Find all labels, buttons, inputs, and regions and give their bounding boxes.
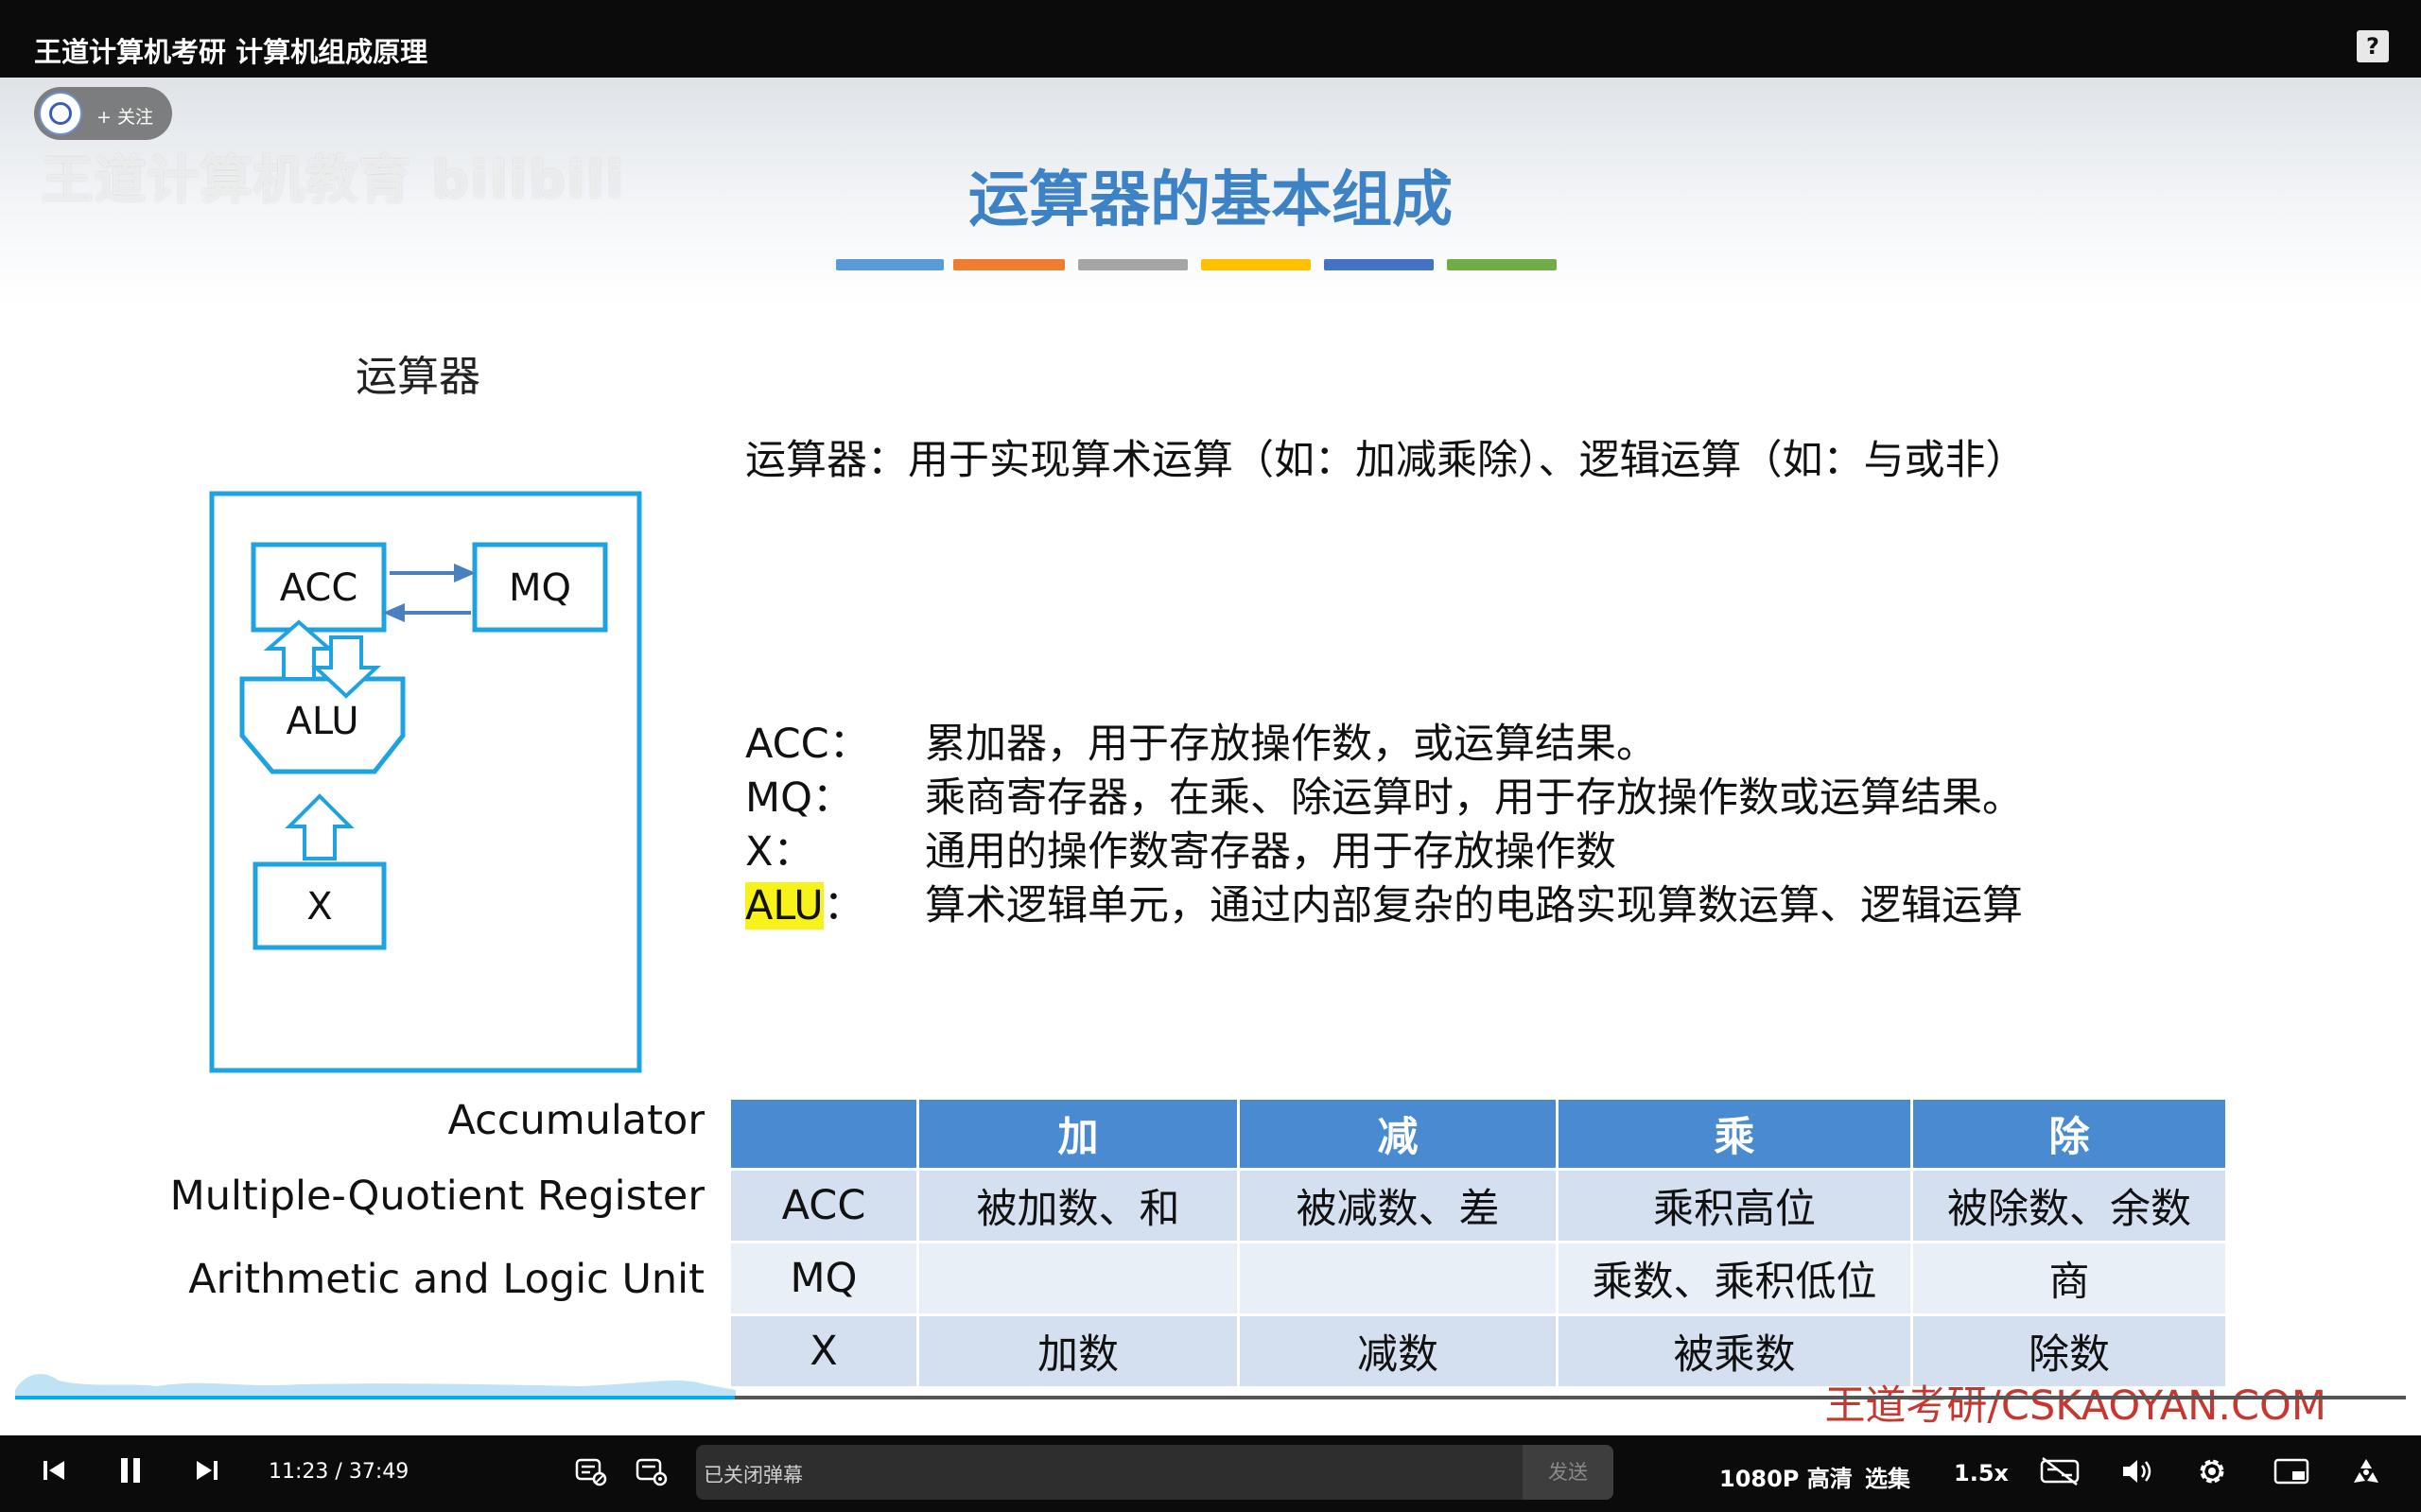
- follow-button[interactable]: + 关注: [34, 87, 172, 140]
- follow-label: + 关注: [96, 107, 153, 128]
- diagram-frame: [209, 491, 642, 1073]
- picture-in-picture-icon[interactable]: [2273, 1457, 2309, 1486]
- episodes-button[interactable]: 选集: [1865, 1460, 1910, 1493]
- table-header: 减: [1237, 1097, 1559, 1171]
- definition-text: 累加器，用于存放操作数，或运算结果。: [925, 721, 1657, 768]
- description: 运算器：用于实现算术运算（如：加减乘除）、逻辑运算（如：与或非）: [745, 437, 2027, 484]
- table-cell: 被加数、和: [916, 1168, 1240, 1243]
- table-row: ACC 被加数、和 被减数、差 乘积高位 被除数、余数: [728, 1168, 2228, 1243]
- pause-icon[interactable]: [117, 1456, 144, 1485]
- heatmap-waveform: [15, 1374, 736, 1396]
- current-time: 11:23: [269, 1460, 329, 1484]
- subtitle-off-icon[interactable]: [2039, 1456, 2081, 1486]
- send-button[interactable]: 发送: [1523, 1445, 1613, 1500]
- colorbar-segment: [1447, 259, 1557, 270]
- operand-table: 加 减 乘 除 ACC 被加数、和 被减数、差 乘积高位 被除数、余数 MQ 乘…: [728, 1097, 2228, 1389]
- slide-heading: 运算器的基本组成: [968, 165, 1453, 235]
- table-cell: 乘积高位: [1556, 1168, 1913, 1243]
- colorbar-segment: [953, 259, 1065, 270]
- video-frame[interactable]: 王道计算机教育 bilibili + 关注 运算器的基本组成 运算器 ACC M…: [0, 78, 2421, 1435]
- diagram-acc-label: ACC: [280, 566, 358, 610]
- danmaku-input[interactable]: 已关闭弹幕 发送: [696, 1445, 1613, 1500]
- definition-text: 乘商寄存器，在乘、除运算时，用于存放操作数或运算结果。: [925, 774, 2023, 822]
- next-icon[interactable]: [195, 1458, 219, 1483]
- progress-bar[interactable]: [15, 1364, 2406, 1401]
- definition-key: MQ：: [745, 774, 853, 822]
- progress-played: [15, 1396, 735, 1399]
- colorbar-segment: [836, 259, 944, 270]
- help-icon[interactable]: ?: [2357, 30, 2389, 62]
- highlighted-key: ALU: [745, 882, 824, 930]
- diagram-alu-label: ALU: [287, 700, 359, 743]
- danmaku-placeholder: 已关闭弹幕: [704, 1464, 803, 1486]
- table-cell: [1237, 1241, 1559, 1316]
- settings-gear-icon[interactable]: [2196, 1455, 2228, 1487]
- colorbar-segment: [1324, 259, 1434, 270]
- uploader-avatar[interactable]: [39, 92, 82, 135]
- definition-key: ACC：: [745, 721, 870, 768]
- table-cell: MQ: [728, 1241, 919, 1316]
- danmaku-toggle-icon[interactable]: [575, 1456, 607, 1486]
- table-row: MQ 乘数、乘积低位 商: [728, 1241, 2228, 1316]
- diagram-x-label: X: [306, 885, 332, 929]
- colorbar-segment: [1201, 259, 1311, 270]
- time-display: 11:23 / 37:49: [269, 1460, 409, 1484]
- table-header: 除: [1910, 1097, 2228, 1171]
- row-label-mq: Multiple-Quotient Register: [169, 1173, 705, 1220]
- table-header-row: 加 减 乘 除: [728, 1097, 2228, 1171]
- colorbar-segment: [1078, 259, 1188, 270]
- quality-button[interactable]: 1080P 高清: [1719, 1460, 1853, 1493]
- definition-alu: ALU： 算术逻辑单元，通过内部复杂的电路实现算数运算、逻辑运算: [745, 873, 2023, 931]
- definition-text: 算术逻辑单元，通过内部复杂的电路实现算数运算、逻辑运算: [925, 882, 2023, 930]
- definition-key: X：: [745, 828, 814, 876]
- table-cell: 被除数、余数: [1910, 1168, 2228, 1243]
- diagram-title: 运算器: [356, 353, 480, 401]
- table-header: 加: [916, 1097, 1240, 1171]
- previous-icon[interactable]: [42, 1458, 66, 1483]
- definition-text: 通用的操作数寄存器，用于存放操作数: [925, 828, 1616, 876]
- diagram-mq-label: MQ: [509, 566, 571, 610]
- definition-x: X： 通用的操作数寄存器，用于存放操作数: [745, 819, 1616, 878]
- arithmetic-unit-diagram: ACC MQ ALU X: [209, 491, 642, 1073]
- duration: 37:49: [348, 1460, 409, 1484]
- table-cell: 乘数、乘积低位: [1556, 1241, 1913, 1316]
- fullscreen-icon[interactable]: [2349, 1456, 2383, 1488]
- player-controls: 11:23 / 37:49 已关闭弹幕 发送 1080P 高清 选集 1.5x: [0, 1435, 2421, 1512]
- table-header: 乘: [1556, 1097, 1913, 1171]
- table-cell: ACC: [728, 1168, 919, 1243]
- acc-mq-arrows: [383, 563, 476, 623]
- definition-mq: MQ： 乘商寄存器，在乘、除运算时，用于存放操作数或运算结果。: [745, 765, 2023, 824]
- title-bar: 王道计算机考研 计算机组成原理 ?: [0, 0, 2421, 78]
- table-cell: 商: [1910, 1241, 2228, 1316]
- table-cell: [916, 1241, 1240, 1316]
- video-title: 王道计算机考研 计算机组成原理: [34, 36, 428, 68]
- volume-icon[interactable]: [2120, 1456, 2154, 1486]
- row-label-accumulator: Accumulator: [447, 1097, 705, 1144]
- danmaku-settings-icon[interactable]: [636, 1456, 668, 1486]
- table-header: [728, 1097, 919, 1171]
- definition-acc: ACC： 累加器，用于存放操作数，或运算结果。: [745, 711, 1657, 770]
- table-cell: 被减数、差: [1237, 1168, 1559, 1243]
- row-label-alu: Arithmetic and Logic Unit: [188, 1256, 705, 1303]
- definition-key: ALU：: [745, 882, 864, 930]
- speed-button[interactable]: 1.5x: [1954, 1460, 2009, 1486]
